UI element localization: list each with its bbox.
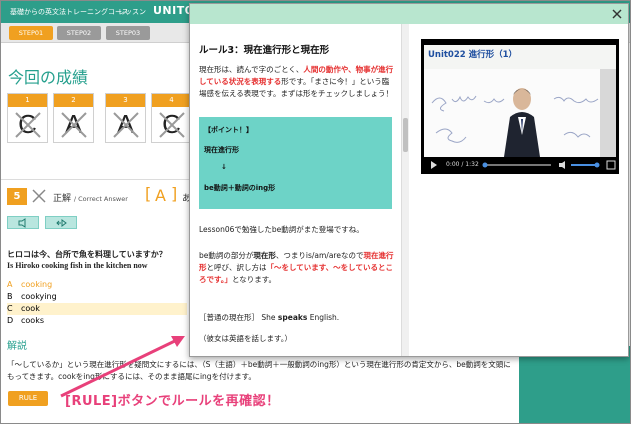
annotation-arrow-icon bbox=[60, 336, 185, 398]
screenshot-frame: 基礎からの英文法トレーニングコース レッスン UNIT02 STEP01 STE… bbox=[0, 0, 631, 424]
annotation-caption: [RULE]ボタンでルールを再確認！ bbox=[65, 394, 280, 409]
